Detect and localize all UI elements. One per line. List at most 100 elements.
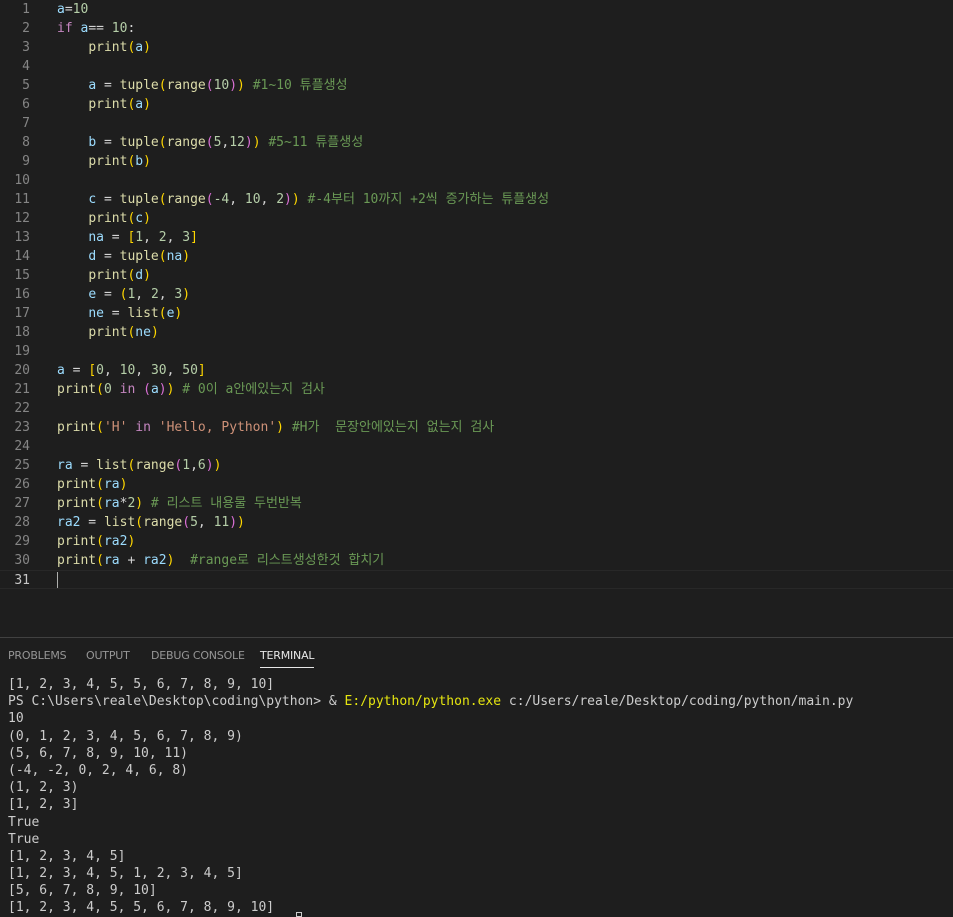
terminal-line: [1, 2, 3, 4, 5, 1, 2, 3, 4, 5]	[8, 866, 243, 882]
code-line[interactable]: 13 na = [1, 2, 3]	[0, 228, 953, 247]
code-line[interactable]: 24	[0, 437, 953, 456]
code-line[interactable]: 25 ra = list(range(1,6))	[0, 456, 953, 475]
code-token: 3	[182, 230, 191, 245]
code-token: (	[158, 306, 167, 321]
code-token: (	[182, 515, 191, 530]
code-token: print	[57, 420, 97, 435]
code-line[interactable]: 7	[0, 114, 953, 133]
code-token: a	[88, 78, 97, 93]
code-line[interactable]: 31	[0, 570, 953, 589]
code-token: ne	[135, 325, 151, 340]
code-token: ra	[103, 477, 120, 492]
code-token: 0	[96, 363, 104, 378]
code-token: b	[135, 154, 144, 169]
code-line[interactable]: 5 a = tuple(range(10)) #1~10 튜플생성	[0, 76, 953, 95]
code-line[interactable]: 14 d = tuple(na)	[0, 247, 953, 266]
code-token: )	[127, 534, 136, 549]
code-line[interactable]: 26 print(ra)	[0, 475, 953, 494]
code-token: in	[127, 420, 159, 435]
code-line[interactable]: 3 print(a)	[0, 38, 953, 57]
code-line[interactable]: 11 c = tuple(range(-4, 10, 2)) #-4부터 10까…	[0, 190, 953, 209]
line-number: 23	[14, 420, 30, 435]
code-token: ,	[166, 363, 183, 378]
code-token: =	[103, 230, 128, 245]
code-line[interactable]: 29 print(ra2)	[0, 532, 953, 551]
code-token: a	[135, 40, 144, 55]
code-editor[interactable]: 1 a=10 2 if a== 10: 3 print(a) 4 5 a = tuple(r…	[0, 0, 953, 637]
code-line[interactable]: 20 a = [0, 10, 30, 50]	[0, 361, 953, 380]
code-token: )	[237, 78, 245, 93]
terminal-output[interactable]: [1, 2, 3, 4, 5, 5, 6, 7, 8, 9, 10] PS C:…	[8, 676, 853, 917]
code-token: (	[205, 78, 214, 93]
line-number: 2	[22, 21, 30, 36]
terminal-command-line: PS C:\Users\reale\Desktop\coding\python>…	[8, 693, 853, 710]
code-token: range	[166, 135, 206, 150]
code-token: +	[119, 553, 144, 568]
code-token: print	[57, 382, 97, 397]
code-token: tuple	[119, 192, 159, 207]
code-token: )	[205, 458, 214, 473]
code-line[interactable]: 9 print(b)	[0, 152, 953, 171]
code-token: list	[127, 306, 159, 321]
code-line[interactable]: 6 print(a)	[0, 95, 953, 114]
code-token: in	[111, 382, 144, 397]
code-token: #5~11 튜플생성	[260, 135, 364, 150]
line-number: 19	[14, 344, 30, 359]
code-line[interactable]: 1 a=10	[0, 0, 953, 19]
code-line[interactable]: 30 print(ra + ra2) #range로 리스트생성한것 합치기	[0, 551, 953, 570]
code-token: )	[143, 211, 151, 226]
line-number: 17	[14, 306, 30, 321]
terminal-line: (5, 6, 7, 8, 9, 10, 11)	[8, 745, 189, 761]
terminal-line: True	[8, 831, 40, 847]
code-line[interactable]: 19	[0, 342, 953, 361]
code-line[interactable]: 2 if a== 10:	[0, 19, 953, 38]
code-line[interactable]: 21 print(0 in (a)) # 0이 a안에있는지 검사	[0, 380, 953, 399]
code-line[interactable]: 16 e = (1, 2, 3)	[0, 285, 953, 304]
code-token: =	[96, 78, 120, 93]
code-token: c	[88, 192, 97, 207]
tab-debug-console[interactable]: DEBUG CONSOLE	[151, 649, 245, 667]
tab-problems[interactable]: PROBLEMS	[8, 649, 67, 667]
code-line[interactable]: 22	[0, 399, 953, 418]
line-number: 15	[14, 268, 30, 283]
code-token: range	[135, 458, 175, 473]
code-line[interactable]: 12 print(c)	[0, 209, 953, 228]
terminal-line: [5, 6, 7, 8, 9, 10]	[8, 883, 157, 899]
code-token: #-4부터 10까지 +2씩 증가하는 튜플생성	[299, 192, 550, 207]
code-line[interactable]: 15 print(d)	[0, 266, 953, 285]
panel-tabs: PROBLEMS OUTPUT DEBUG CONSOLE TERMINAL	[0, 638, 953, 674]
code-token: 1	[135, 230, 144, 245]
code-token: )	[276, 420, 284, 435]
tab-terminal[interactable]: TERMINAL	[260, 649, 315, 668]
terminal-line: True	[8, 814, 40, 830]
tab-output[interactable]: OUTPUT	[86, 649, 130, 667]
code-token: ra	[57, 458, 73, 473]
code-token: (	[96, 382, 104, 397]
code-line[interactable]: 27 print(ra*2) # 리스트 내용물 두번반복	[0, 494, 953, 513]
code-line[interactable]: 4	[0, 57, 953, 76]
terminal-line: (1, 2, 3)	[8, 780, 79, 796]
code-line[interactable]: 28 ra2 = list(range(5, 11))	[0, 513, 953, 532]
code-line[interactable]: 8 b = tuple(range(5,12)) #5~11 튜플생성	[0, 133, 953, 152]
code-token: # 0이 a안에있는지 검사	[174, 382, 325, 397]
code-line[interactable]: 18 print(ne)	[0, 323, 953, 342]
code-token: 2	[158, 230, 167, 245]
terminal-cursor	[296, 912, 302, 917]
code-text: ne = list(e)	[57, 304, 182, 323]
line-number: 29	[14, 534, 30, 549]
code-token: )	[143, 97, 151, 112]
code-token: print	[88, 97, 128, 112]
code-line[interactable]: 10	[0, 171, 953, 190]
code-line[interactable]: 23 print('H' in 'Hello, Python') #H가 문장안에…	[0, 418, 953, 437]
line-number: 31	[14, 573, 30, 588]
code-token: print	[88, 325, 128, 340]
code-text: d = tuple(na)	[57, 247, 190, 266]
code-token: range	[166, 192, 206, 207]
code-line[interactable]: 17 ne = list(e)	[0, 304, 953, 323]
terminal-script-path: c:/Users/reale/Desktop/coding/python/mai…	[501, 694, 854, 710]
code-token: d	[135, 268, 144, 283]
code-token: na	[88, 230, 104, 245]
code-token: tuple	[119, 249, 159, 264]
